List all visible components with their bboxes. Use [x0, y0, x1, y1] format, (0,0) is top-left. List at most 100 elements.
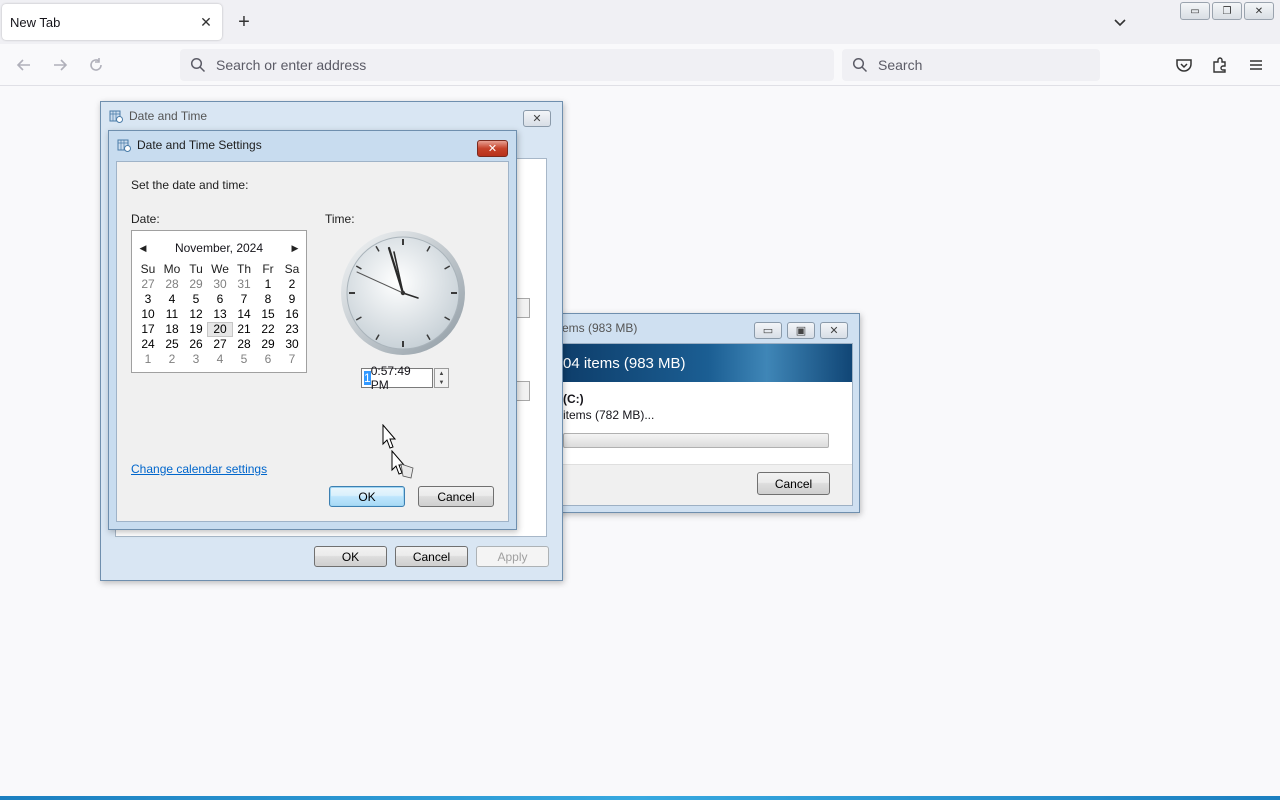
calendar-day[interactable]: 27	[136, 278, 160, 291]
time-spinner[interactable]: ▲ ▼	[434, 368, 449, 388]
close-button[interactable]: ✕	[477, 140, 508, 157]
day-of-week-header: Sa	[284, 262, 300, 276]
back-icon[interactable]	[14, 55, 34, 75]
calendar-day[interactable]: 24	[136, 338, 160, 351]
day-of-week-header: We	[211, 262, 229, 276]
spin-down-icon[interactable]: ▼	[439, 380, 445, 386]
ok-button[interactable]: OK	[314, 546, 387, 567]
calendar-clock-icon	[109, 110, 123, 123]
cancel-copy-button[interactable]: Cancel	[757, 472, 830, 495]
extensions-icon[interactable]	[1210, 55, 1230, 75]
tab-new-tab[interactable]: New Tab ✕	[2, 4, 222, 40]
calendar-day[interactable]: 6	[256, 353, 280, 366]
restore-button[interactable]: ❐	[1212, 2, 1242, 20]
calendar-day[interactable]: 5	[184, 293, 208, 306]
change-time-zone-button-edge	[516, 381, 530, 401]
calendar-day[interactable]: 4	[160, 293, 184, 306]
cancel-button[interactable]: Cancel	[395, 546, 468, 567]
calendar-day[interactable]: 6	[208, 293, 232, 306]
calendar-day[interactable]: 8	[256, 293, 280, 306]
calendar-day[interactable]: 7	[232, 293, 256, 306]
calendar-grid: Su Mo Tu We Th Fr Sa 27 28 29 30 31 1 2 3 4 5 6 7 8 9 10 11 12 1…	[136, 263, 304, 366]
close-window-button[interactable]: ✕	[1244, 2, 1274, 20]
cancel-button[interactable]: Cancel	[418, 486, 494, 507]
apply-button[interactable]: Apply	[476, 546, 549, 567]
calendar-day[interactable]: 12	[184, 308, 208, 321]
copy-progress-bar	[563, 433, 829, 448]
day-of-week-header: Mo	[163, 262, 181, 276]
calendar-day[interactable]: 7	[280, 353, 304, 366]
calendar-day[interactable]: 14	[232, 308, 256, 321]
previous-month-icon[interactable]: ◀	[138, 243, 148, 254]
calendar-day[interactable]: 23	[280, 323, 304, 336]
calendar-day[interactable]: 18	[160, 323, 184, 336]
calendar-day[interactable]: 17	[136, 323, 160, 336]
calendar-day[interactable]: 11	[160, 308, 184, 321]
calendar-day[interactable]: 1	[256, 278, 280, 291]
calendar-day-selected[interactable]: 20	[207, 322, 233, 337]
search-icon	[852, 57, 868, 73]
close-button[interactable]: ✕	[523, 110, 551, 127]
pocket-icon[interactable]	[1174, 55, 1194, 75]
close-button[interactable]: ✕	[820, 322, 848, 339]
settings-titlebar: Date and Time Settings	[109, 131, 516, 159]
settings-body: Set the date and time: Date: Time: ◀ Nov…	[116, 161, 509, 522]
calendar-day[interactable]: 10	[136, 308, 160, 321]
calendar-day[interactable]: 29	[256, 338, 280, 351]
menu-icon[interactable]	[1246, 55, 1266, 75]
copy-source: (C:)	[563, 392, 584, 406]
calendar-day[interactable]: 15	[256, 308, 280, 321]
search-icon	[190, 57, 206, 73]
search-placeholder: Search	[878, 57, 923, 73]
calendar-day[interactable]: 25	[160, 338, 184, 351]
calendar-day[interactable]: 21	[232, 323, 256, 336]
search-bar[interactable]: Search	[842, 49, 1100, 81]
month-year[interactable]: November, 2024	[175, 241, 263, 255]
calendar-day[interactable]: 3	[184, 353, 208, 366]
new-tab-button[interactable]: +	[232, 10, 256, 34]
calendar-day[interactable]: 3	[136, 293, 160, 306]
forward-icon[interactable]	[50, 55, 70, 75]
chevron-down-icon[interactable]	[1110, 12, 1130, 32]
time-input[interactable]: 1 0:57:49 PM	[361, 364, 433, 392]
reload-icon[interactable]	[86, 55, 106, 75]
calendar-day[interactable]: 1	[136, 353, 160, 366]
time-label: Time:	[325, 212, 355, 226]
calendar-day[interactable]: 4	[208, 353, 232, 366]
calendar-day[interactable]: 30	[208, 278, 232, 291]
calendar-day[interactable]: 28	[160, 278, 184, 291]
ok-button[interactable]: OK	[329, 486, 405, 507]
calendar-day[interactable]: 19	[184, 323, 208, 336]
calendar-day[interactable]: 13	[208, 308, 232, 321]
calendar-day[interactable]: 2	[160, 353, 184, 366]
calendar-day[interactable]: 29	[184, 278, 208, 291]
next-month-icon[interactable]: ▶	[290, 243, 300, 254]
change-calendar-settings-link[interactable]: Change calendar settings	[131, 462, 267, 476]
calendar-day[interactable]: 5	[232, 353, 256, 366]
calendar-day[interactable]: 27	[208, 338, 232, 351]
calendar-day[interactable]: 31	[232, 278, 256, 291]
calendar-header: ◀ November, 2024 ▶	[132, 239, 306, 257]
copy-header-band: 04 items (983 MB)	[563, 344, 852, 382]
spin-up-icon[interactable]: ▲	[439, 371, 445, 377]
calendar-day[interactable]: 16	[280, 308, 304, 321]
calendar-day[interactable]: 22	[256, 323, 280, 336]
maximize-button[interactable]: ▣	[787, 322, 815, 339]
minimize-button[interactable]: ▭	[1180, 2, 1210, 20]
day-of-week-header: Th	[236, 262, 251, 276]
minimize-button[interactable]: ▭	[754, 322, 782, 339]
calendar-day[interactable]: 2	[280, 278, 304, 291]
day-of-week-header: Su	[140, 262, 156, 276]
copy-footer: Cancel	[563, 464, 852, 505]
mouse-pointer-icon	[382, 424, 396, 449]
calendar[interactable]: ◀ November, 2024 ▶ Su Mo Tu We Th Fr Sa 27 28 29 3…	[131, 230, 307, 373]
date-time-settings-dialog: Date and Time Settings ✕ Set the date an…	[108, 130, 517, 530]
calendar-day[interactable]: 28	[232, 338, 256, 351]
calendar-day[interactable]: 30	[280, 338, 304, 351]
calendar-day[interactable]: 26	[184, 338, 208, 351]
date-label: Date:	[131, 212, 160, 226]
calendar-day[interactable]: 9	[280, 293, 304, 306]
close-tab-icon[interactable]: ✕	[198, 14, 214, 30]
url-bar[interactable]: Search or enter address	[180, 49, 834, 81]
tab-title: New Tab	[10, 14, 61, 30]
